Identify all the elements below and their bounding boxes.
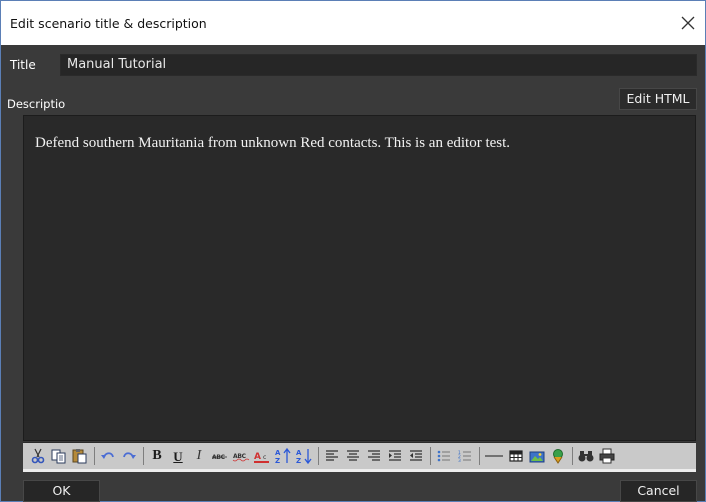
horizontal-rule-icon[interactable] (484, 447, 504, 465)
undo-icon[interactable] (99, 447, 117, 465)
edit-html-button[interactable]: Edit HTML (619, 88, 697, 110)
underline-icon[interactable]: U (169, 447, 187, 465)
cancel-button[interactable]: Cancel (620, 480, 697, 502)
copy-icon[interactable] (50, 447, 68, 465)
align-right-icon[interactable] (365, 447, 383, 465)
numbered-list-icon[interactable]: 1 2 3 (456, 447, 474, 465)
find-icon[interactable] (577, 447, 595, 465)
print-icon[interactable] (598, 447, 616, 465)
link-icon[interactable] (549, 447, 567, 465)
toolbar-separator (318, 447, 319, 465)
bold-icon[interactable]: B (148, 447, 166, 465)
toolbar-separator (572, 447, 573, 465)
title-input[interactable]: Manual Tutorial (60, 54, 697, 76)
toolbar-separator (430, 447, 431, 465)
redo-icon[interactable] (120, 447, 138, 465)
outdent-icon[interactable] (407, 447, 425, 465)
sort-descending-icon[interactable]: A Z (295, 447, 313, 465)
toolbar-separator (479, 447, 480, 465)
indent-icon[interactable] (386, 447, 404, 465)
svg-text:A: A (296, 449, 302, 457)
svg-text:A: A (254, 452, 261, 462)
svg-text:Z: Z (275, 457, 280, 465)
align-center-icon[interactable] (344, 447, 362, 465)
dialog-title: Edit scenario title & description (10, 15, 207, 31)
toolbar-divider (23, 469, 696, 472)
svg-text:ABC: ABC (212, 454, 226, 461)
spellcheck-icon[interactable]: ABC (232, 447, 250, 465)
ok-button[interactable]: OK (23, 480, 100, 502)
title-label: Title (10, 58, 36, 72)
svg-text:c: c (263, 454, 266, 461)
description-text: Defend southern Mauritania from unknown … (35, 135, 511, 151)
toolbar-separator (143, 447, 144, 465)
italic-icon[interactable]: I (190, 447, 208, 465)
dialog-titlebar: Edit scenario title & description (1, 1, 705, 45)
svg-text:3: 3 (458, 458, 461, 464)
svg-text:A: A (275, 449, 281, 457)
sort-ascending-icon[interactable]: A Z (274, 447, 292, 465)
description-editor[interactable]: Defend southern Mauritania from unknown … (23, 115, 696, 441)
bullet-list-icon[interactable] (435, 447, 453, 465)
paste-icon[interactable] (71, 447, 89, 465)
strikethrough-icon[interactable]: ABC (211, 447, 229, 465)
close-icon[interactable] (679, 14, 697, 32)
image-icon[interactable] (528, 447, 546, 465)
edit-scenario-dialog: Edit scenario title & description Title … (0, 0, 706, 502)
toolbar-separator (94, 447, 95, 465)
table-icon[interactable] (507, 447, 525, 465)
editor-toolbar: B U I ABC ABC A c A Z A Z 1 2 3 (23, 442, 696, 469)
cut-icon[interactable] (29, 447, 47, 465)
description-label: Descriptio (7, 97, 66, 111)
align-left-icon[interactable] (323, 447, 341, 465)
dialog-content: Title Manual Tutorial Descriptio Edit HT… (1, 45, 705, 502)
font-color-icon[interactable]: A c (253, 447, 271, 465)
svg-text:Z: Z (296, 457, 301, 465)
